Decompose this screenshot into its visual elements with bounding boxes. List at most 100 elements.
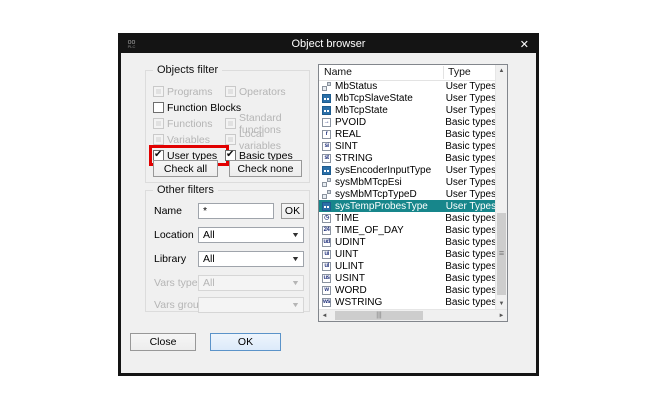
checkbox-box[interactable] <box>153 102 164 113</box>
library-label: Library <box>154 253 186 265</box>
column-header-name[interactable]: Name <box>324 66 352 78</box>
dialog-body: Objects filter Programs Operators Functi… <box>121 53 536 373</box>
checkbox-functions: Functions <box>153 117 225 130</box>
row-name: TIME_OF_DAY <box>335 225 438 236</box>
screen-background: oo PLC Object browser ✕ Objects filter P… <box>0 0 650 416</box>
glyph-icon: w <box>322 286 331 295</box>
checkbox-box[interactable] <box>225 134 236 145</box>
scroll-up-icon[interactable]: ▲ <box>496 65 507 76</box>
row-name: TIME <box>335 213 438 224</box>
chevron-down-icon: ▼ <box>291 256 300 263</box>
glyph-icon: 24 <box>322 226 331 235</box>
table-row[interactable]: w WORD Basic types <box>319 284 495 296</box>
table-row[interactable]: ud UDINT Basic types <box>319 236 495 248</box>
checkbox-box[interactable] <box>225 118 236 129</box>
name-input[interactable]: * <box>198 203 274 219</box>
checkbox-operators: Operators <box>225 85 305 98</box>
row-type: Basic types <box>438 213 495 224</box>
table-row[interactable]: sysTempProbesType User Types <box>319 200 495 212</box>
check-none-button[interactable]: Check none <box>229 160 302 177</box>
scroll-right-icon[interactable]: ► <box>496 310 507 321</box>
close-button[interactable]: Close <box>130 333 196 351</box>
row-name: REAL <box>335 129 438 140</box>
vertical-scrollbar[interactable]: ▲ ▼ <box>495 65 507 309</box>
row-type: Basic types <box>438 273 495 284</box>
glyph-icon: → <box>322 118 331 127</box>
row-name: sysTempProbesType <box>335 201 439 212</box>
glyph-icon: si <box>322 142 331 151</box>
table-row[interactable]: sysEncoderInputType User Types <box>319 164 495 176</box>
scroll-down-icon[interactable]: ▼ <box>496 298 507 309</box>
table-row[interactable]: MbTcpSlaveState User Types <box>319 92 495 104</box>
struct-user-icon <box>322 166 331 175</box>
close-icon[interactable]: ✕ <box>520 38 529 51</box>
checkbox-box[interactable] <box>153 118 164 129</box>
row-name: WORD <box>335 285 438 296</box>
horizontal-scrollbar[interactable]: ◄ ► <box>319 309 507 321</box>
table-row[interactable]: ui UINT Basic types <box>319 248 495 260</box>
objects-filter-group: Objects filter Programs Operators Functi… <box>145 70 310 183</box>
row-name: USINT <box>335 273 438 284</box>
name-ok-button[interactable]: OK <box>281 203 304 219</box>
checkbox-box[interactable] <box>225 86 236 97</box>
row-type: User Types <box>439 93 495 104</box>
types-listview: Name Type MbStatus User Types MbTcpSlave… <box>318 64 508 322</box>
row-type: User Types <box>439 177 495 188</box>
row-type: Basic types <box>438 225 495 236</box>
table-row[interactable]: r REAL Basic types <box>319 128 495 140</box>
vars-group-label: Vars group <box>154 299 205 311</box>
struct-user-icon <box>322 106 331 115</box>
column-header-type[interactable]: Type <box>448 66 471 78</box>
vertical-scroll-thumb[interactable] <box>497 213 506 295</box>
horizontal-scroll-thumb[interactable] <box>335 311 423 320</box>
checkbox-box[interactable] <box>153 86 164 97</box>
location-select[interactable]: All ▼ <box>198 227 304 243</box>
row-name: SINT <box>335 141 438 152</box>
object-browser-dialog: oo PLC Object browser ✕ Objects filter P… <box>118 33 539 376</box>
table-row[interactable]: sysMbMTcpEsi User Types <box>319 176 495 188</box>
scroll-left-icon[interactable]: ◄ <box>319 310 330 321</box>
table-row[interactable]: us USINT Basic types <box>319 272 495 284</box>
checkbox-box[interactable] <box>153 134 164 145</box>
row-type: Basic types <box>438 141 495 152</box>
table-row[interactable]: 24 TIME_OF_DAY Basic types <box>319 224 495 236</box>
ok-button[interactable]: OK <box>210 333 281 351</box>
row-type: Basic types <box>438 261 495 272</box>
table-row[interactable]: si SINT Basic types <box>319 140 495 152</box>
check-all-button[interactable]: Check all <box>153 160 218 177</box>
table-row[interactable]: ◷ TIME Basic types <box>319 212 495 224</box>
list-header: Name Type <box>319 65 495 81</box>
checkbox-label: Variables <box>167 134 210 146</box>
titlebar[interactable]: oo PLC Object browser ✕ <box>121 36 536 53</box>
library-value: All <box>203 253 215 265</box>
struct-user-icon <box>322 94 331 103</box>
table-row[interactable]: sysMbMTcpTypeD User Types <box>319 188 495 200</box>
row-name: ULINT <box>335 261 438 272</box>
glyph-icon: ws <box>322 298 331 307</box>
checkbox-label: Function Blocks <box>167 102 241 114</box>
table-row[interactable]: ul ULINT Basic types <box>319 260 495 272</box>
list-rows: MbStatus User Types MbTcpSlaveState User… <box>319 80 495 309</box>
vars-type-label: Vars type <box>154 277 198 289</box>
table-row[interactable]: ws WSTRING Basic types <box>319 296 495 308</box>
glyph-icon: us <box>322 274 331 283</box>
objects-filter-legend: Objects filter <box>153 64 222 76</box>
row-type: Basic types <box>438 237 495 248</box>
window-title: Object browser <box>121 38 536 50</box>
location-value: All <box>203 229 215 241</box>
checkbox-label: Programs <box>167 86 213 98</box>
row-name: sysMbMTcpEsi <box>335 177 439 188</box>
row-name: UINT <box>335 249 438 260</box>
table-row[interactable]: MbStatus User Types <box>319 80 495 92</box>
checkbox-label: Operators <box>239 86 286 98</box>
column-divider[interactable] <box>443 66 444 79</box>
table-row[interactable]: st STRING Basic types <box>319 152 495 164</box>
table-row[interactable]: MbTcpState User Types <box>319 104 495 116</box>
struct-gray-icon <box>322 82 331 91</box>
library-select[interactable]: All ▼ <box>198 251 304 267</box>
glyph-icon: ul <box>322 262 331 271</box>
table-row[interactable]: → PVOID Basic types <box>319 116 495 128</box>
location-label: Location <box>154 229 194 241</box>
row-type: Basic types <box>438 285 495 296</box>
vars-group-select: ▼ <box>198 297 304 313</box>
